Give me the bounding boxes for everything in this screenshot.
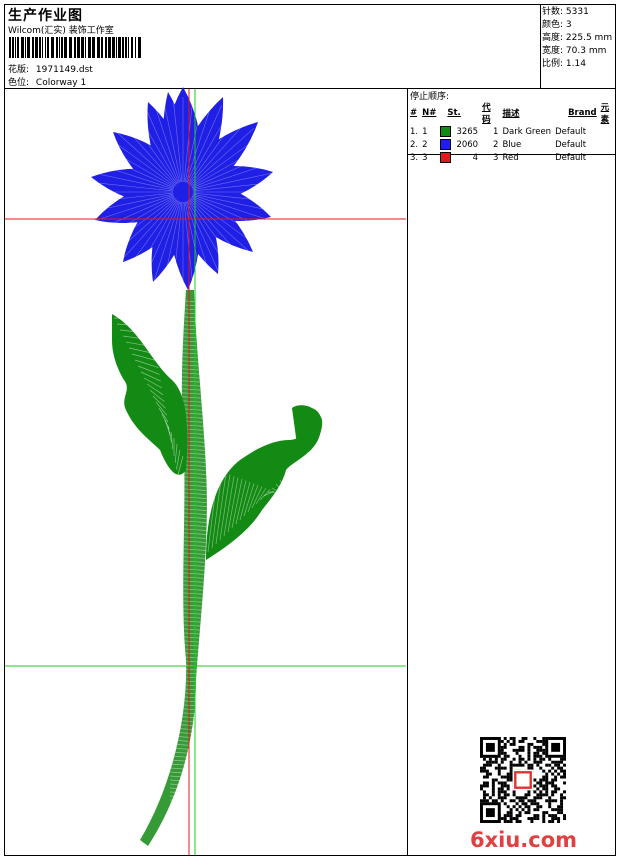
watermark: 6xiu.com	[470, 828, 578, 852]
embroidery-preview	[5, 87, 406, 855]
qr-code	[480, 737, 566, 823]
